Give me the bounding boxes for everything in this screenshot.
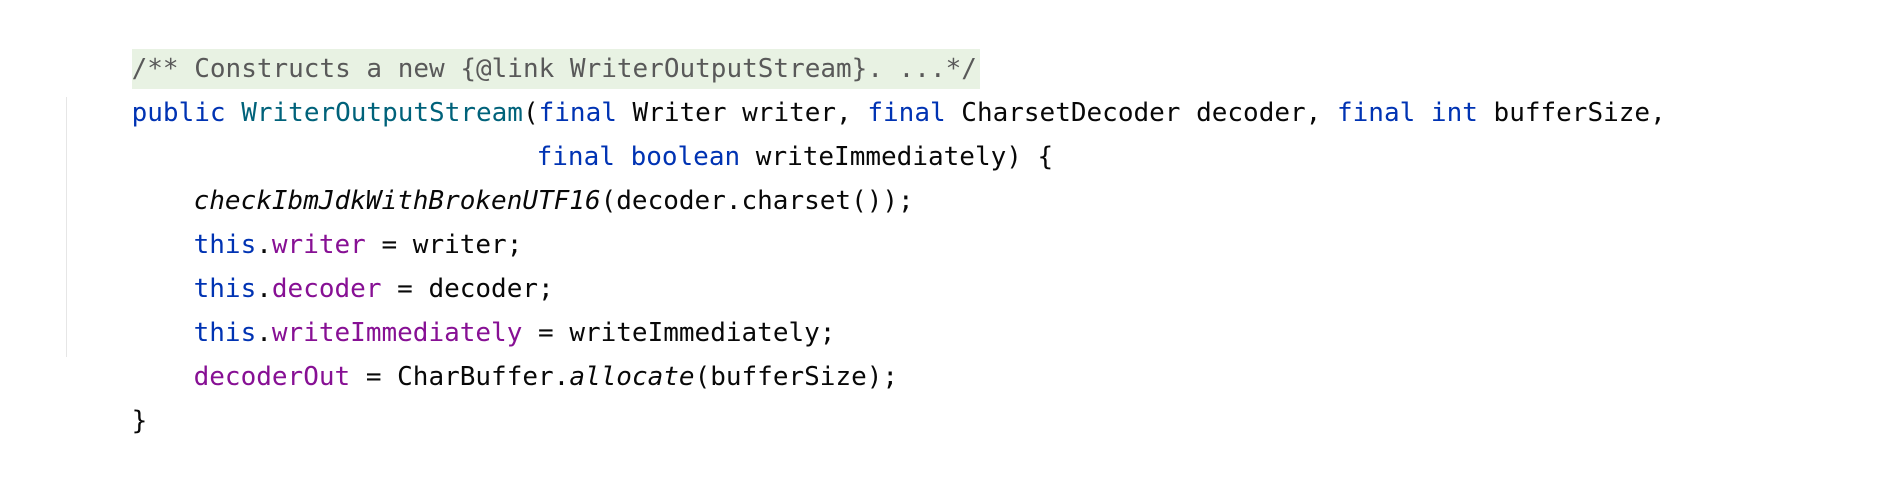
code-line-closing-brace[interactable]: } — [69, 361, 148, 436]
closing-brace: } — [131, 406, 148, 436]
code-line-assign-decoder-out[interactable]: decoderOut = CharBuffer.allocate(bufferS… — [131, 317, 898, 392]
code-line-doc-comment[interactable]: /** Constructs a new {@link WriterOutput… — [69, 9, 980, 89]
param-buffer-size: bufferSize, — [1477, 98, 1666, 128]
code-line-assign-writer[interactable]: this.writer = writer; — [131, 185, 523, 260]
code-editor[interactable]: /** Constructs a new {@link WriterOutput… — [0, 0, 1880, 436]
field-decoder-out[interactable]: decoderOut — [194, 362, 351, 392]
keyword-int: int — [1430, 98, 1478, 128]
code-line-signature-continued[interactable]: final boolean writeImmediately) { — [474, 97, 1054, 172]
call-arguments: (decoder.charset()); — [600, 186, 914, 216]
keyword-final: final — [1336, 98, 1416, 128]
assignment-prefix: = CharBuffer. — [350, 362, 570, 392]
indent-guide — [66, 97, 67, 357]
code-line-assign-decoder[interactable]: this.decoder = decoder; — [131, 229, 554, 304]
code-line-assign-write-immediately[interactable]: this.writeImmediately = writeImmediately… — [131, 273, 836, 348]
code-line-check-call[interactable]: checkIbmJdkWithBrokenUTF16(decoder.chars… — [131, 141, 914, 216]
static-method-call[interactable]: allocate — [569, 362, 694, 392]
code-line-constructor-signature[interactable]: public WriterOutputStream(final Writer w… — [69, 53, 1666, 128]
call-arguments: (bufferSize); — [694, 362, 899, 392]
keyword-public: public — [131, 98, 226, 128]
